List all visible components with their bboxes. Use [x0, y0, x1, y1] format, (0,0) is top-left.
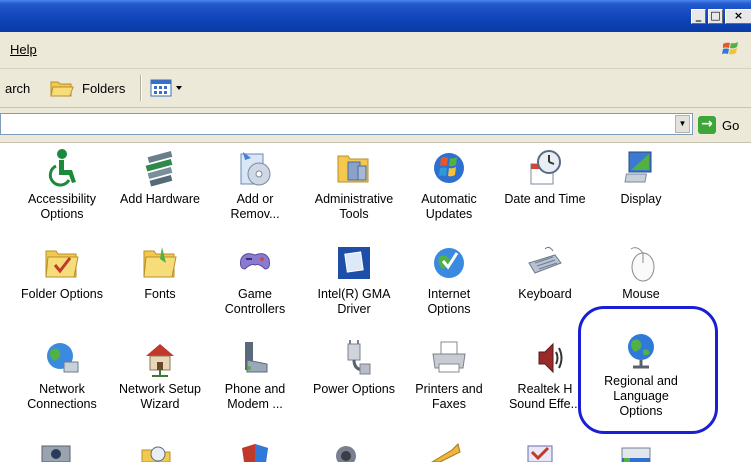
item-label: Folder Options [21, 287, 103, 301]
date-time-icon [530, 150, 561, 185]
item-label: Mouse [622, 287, 660, 301]
item-mouse[interactable]: Mouse [592, 243, 690, 302]
item-label: Accessibility Options [27, 192, 97, 221]
item-label: Network Setup Wizard [119, 382, 201, 411]
item-label: Phone and Modem ... [224, 382, 286, 411]
phone-modem-icon [245, 342, 268, 373]
item-label: Add or Remov... [230, 192, 280, 221]
item-intel-gma-driver[interactable]: Intel(R) GMA Driver [305, 243, 403, 317]
folder-options-icon [45, 250, 79, 278]
item-add-hardware[interactable]: Add Hardware [111, 148, 209, 207]
item-fonts[interactable]: Fonts [111, 243, 209, 302]
network-globe-icon [47, 343, 79, 373]
item-power-options[interactable]: Power Options [305, 338, 403, 397]
item-internet-options[interactable]: Internet Options [400, 243, 498, 317]
item-label: Display [620, 192, 662, 206]
title-bar: _ □ × [0, 0, 751, 32]
menu-help[interactable]: Help [10, 42, 37, 57]
standard-toolbar: arch Folders [0, 69, 751, 108]
folders-icon[interactable] [50, 78, 74, 98]
minimize-button[interactable]: _ [691, 9, 706, 24]
search-button-label[interactable]: arch [5, 81, 30, 96]
item-accessibility-options[interactable]: Accessibility Options [13, 148, 111, 222]
views-icon[interactable] [150, 79, 184, 97]
folders-button-label[interactable]: Folders [82, 81, 125, 96]
item-label: Power Options [313, 382, 395, 396]
taskbar-icon [621, 447, 651, 462]
go-button-label[interactable]: Go [722, 118, 739, 133]
printer-icon [432, 341, 466, 373]
item-label: Game Controllers [224, 287, 286, 316]
fonts-folder-icon [143, 247, 177, 278]
speech-icon [431, 443, 461, 462]
item-label: Date and Time [504, 192, 586, 206]
item-phone-and-modem[interactable]: Phone and Modem ... [206, 338, 304, 412]
item-label: Keyboard [518, 287, 572, 301]
item-date-and-time[interactable]: Date and Time [496, 148, 594, 207]
item-automatic-updates[interactable]: Automatic Updates [400, 148, 498, 222]
menu-bar: Help [0, 32, 751, 69]
address-bar: ▼ → Go [0, 108, 751, 143]
address-dropdown-button[interactable]: ▼ [675, 115, 690, 133]
item-label: Printers and Faxes [415, 382, 483, 411]
accessibility-icon [48, 149, 76, 187]
item-keyboard[interactable]: Keyboard [496, 243, 594, 302]
item-label: Intel(R) GMA Driver [317, 287, 391, 316]
intel-gma-icon [338, 247, 370, 279]
windows-flag-icon [722, 42, 738, 55]
display-icon [624, 151, 652, 183]
administrative-tools-icon [337, 155, 369, 183]
item-administrative-tools[interactable]: Administrative Tools [305, 148, 403, 222]
add-hardware-icon [145, 150, 173, 187]
item-folder-options[interactable]: Folder Options [13, 243, 111, 302]
add-remove-programs-icon [240, 152, 271, 186]
address-input[interactable] [0, 113, 693, 135]
network-house-icon [146, 344, 174, 377]
item-label: Internet Options [427, 287, 471, 316]
item-printers-and-faxes[interactable]: Printers and Faxes [400, 338, 498, 412]
go-arrow-icon[interactable]: → [698, 116, 716, 134]
item-label: Network Connections [27, 382, 97, 411]
item-game-controllers[interactable]: Game Controllers [206, 243, 304, 317]
sounds-speaker-icon [336, 446, 356, 462]
game-controller-icon [240, 253, 270, 270]
security-shield-icon [242, 444, 268, 462]
scheduled-tasks-icon [141, 446, 171, 462]
power-plug-icon [347, 340, 371, 375]
speaker-icon [538, 342, 563, 374]
item-label: Administrative Tools [314, 192, 394, 221]
highlight-circle [578, 306, 718, 434]
toolbar-separator [140, 75, 142, 101]
item-add-or-remove[interactable]: Add or Remov... [206, 148, 304, 222]
item-display[interactable]: Display [592, 148, 690, 207]
internet-options-icon [434, 248, 464, 278]
item-network-setup-wizard[interactable]: Network Setup Wizard [111, 338, 209, 412]
mouse-icon [630, 247, 655, 282]
item-label: Add Hardware [120, 192, 200, 206]
close-button[interactable]: × [725, 9, 751, 24]
item-network-connections[interactable]: Network Connections [13, 338, 111, 412]
automatic-updates-icon [434, 153, 464, 183]
maximize-button[interactable]: □ [708, 9, 723, 24]
item-label: Fonts [144, 287, 176, 301]
scanner-camera-icon [41, 445, 71, 462]
keyboard-icon [528, 246, 562, 274]
item-label: Automatic Updates [421, 192, 477, 221]
system-icon [527, 445, 553, 462]
